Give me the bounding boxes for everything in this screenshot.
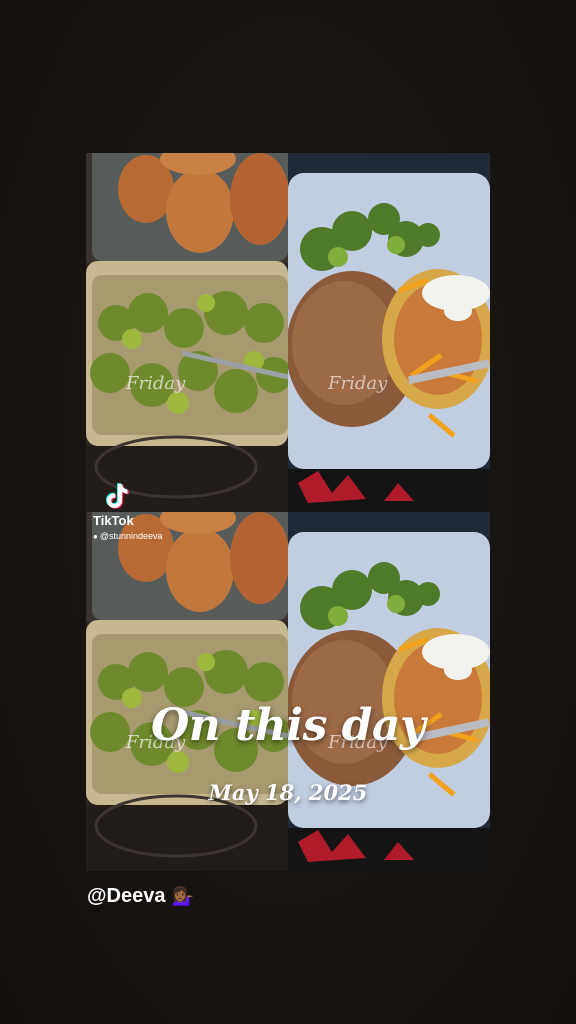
tipping-hand-emoji-icon: 💁🏾‍♀️ [171, 886, 194, 906]
story-screen: Friday Friday Friday Friday TikTok ● @st… [0, 0, 576, 1024]
person-icon: ● [93, 531, 98, 541]
mention-handle: @Deeva [87, 885, 166, 907]
friday-watermark: Friday [125, 373, 186, 394]
tiktok-username: ● @stunnindeeva [93, 531, 163, 541]
tiktok-username-text: @stunnindeeva [99, 531, 163, 541]
mention-sticker[interactable]: @Deeva 💁🏾‍♀️ [87, 885, 194, 908]
photo-plate-top: Friday [288, 153, 490, 512]
photo-potatoes-broccoli-top: Friday [86, 153, 288, 512]
photo-potatoes-broccoli-bottom: Friday [86, 512, 288, 871]
tiktok-watermark: TikTok ● @stunnindeeva [93, 482, 163, 541]
memory-date: May 18, 2025 [208, 780, 368, 805]
photo-plate-bottom: Friday [288, 512, 490, 871]
on-this-day-title: On this day [150, 700, 426, 751]
tiktok-logo-icon [106, 483, 129, 509]
friday-watermark: Friday [327, 373, 388, 394]
tiktok-brand-label: TikTok [93, 513, 134, 528]
